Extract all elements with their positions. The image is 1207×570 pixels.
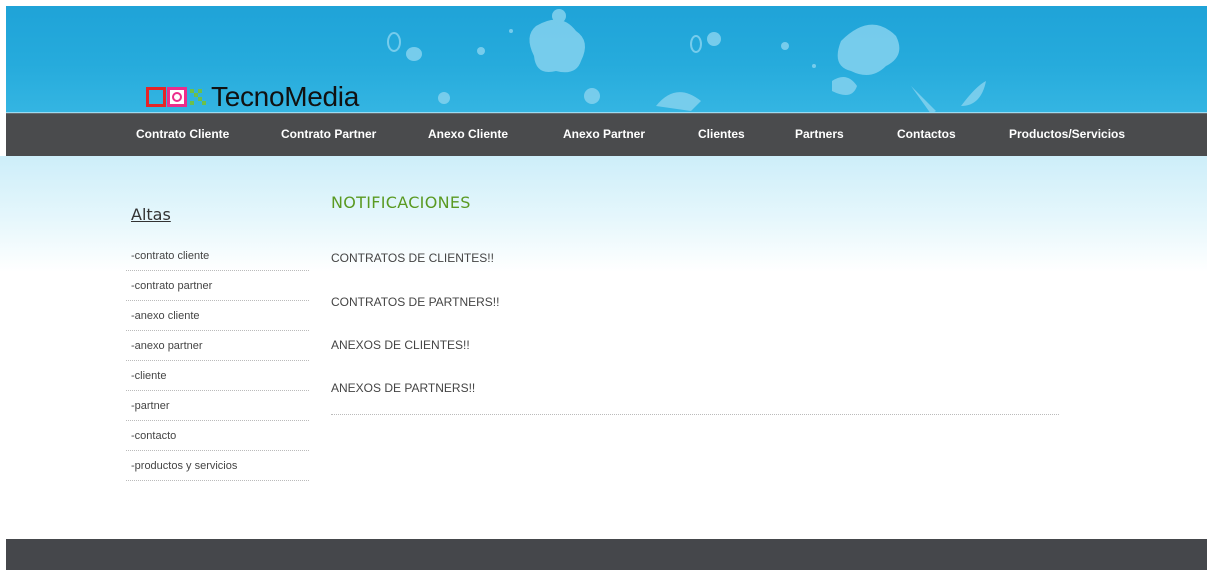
tecnomedia-logo-icon [146, 85, 207, 109]
sidebar-item-contacto[interactable]: -contacto [126, 421, 309, 451]
nav-contactos[interactable]: Contactos [897, 114, 956, 156]
content-divider [331, 414, 1059, 415]
nav-anexo-cliente[interactable]: Anexo Cliente [428, 114, 508, 156]
main-nav: Contrato Cliente Contrato Partner Anexo … [6, 113, 1207, 156]
footer [6, 539, 1207, 570]
nav-anexo-partner[interactable]: Anexo Partner [563, 114, 645, 156]
sidebar-item-anexo-cliente[interactable]: -anexo cliente [126, 301, 309, 331]
sidebar-item-partner[interactable]: -partner [126, 391, 309, 421]
sidebar-item-productos-servicios[interactable]: -productos y servicios [126, 451, 309, 481]
sidebar-menu: -contrato cliente -contrato partner -ane… [126, 241, 309, 481]
sidebar-item-contrato-cliente[interactable]: -contrato cliente [126, 241, 309, 271]
header-banner: TecnoMedia [6, 6, 1207, 113]
sidebar-title: Altas [131, 205, 171, 224]
sidebar-item-anexo-partner[interactable]: -anexo partner [126, 331, 309, 361]
nav-productos-servicios[interactable]: Productos/Servicios [1009, 114, 1125, 156]
page: TecnoMedia Contrato Cliente Contrato Par… [0, 0, 1207, 570]
nav-contrato-partner[interactable]: Contrato Partner [281, 114, 376, 156]
brand-name: TecnoMedia [211, 81, 359, 112]
nav-contrato-cliente[interactable]: Contrato Cliente [136, 114, 229, 156]
notification-anexos-partners[interactable]: ANEXOS DE PARTNERS!! [331, 381, 475, 395]
sidebar-item-cliente[interactable]: -cliente [126, 361, 309, 391]
logo[interactable]: TecnoMedia [146, 82, 359, 112]
sidebar-item-contrato-partner[interactable]: -contrato partner [126, 271, 309, 301]
nav-clientes[interactable]: Clientes [698, 114, 745, 156]
notification-contratos-clientes[interactable]: CONTRATOS DE CLIENTES!! [331, 251, 494, 265]
notification-contratos-partners[interactable]: CONTRATOS DE PARTNERS!! [331, 295, 499, 309]
page-title: NOTIFICACIONES [331, 193, 471, 212]
notification-anexos-clientes[interactable]: ANEXOS DE CLIENTES!! [331, 338, 470, 352]
nav-partners[interactable]: Partners [795, 114, 844, 156]
